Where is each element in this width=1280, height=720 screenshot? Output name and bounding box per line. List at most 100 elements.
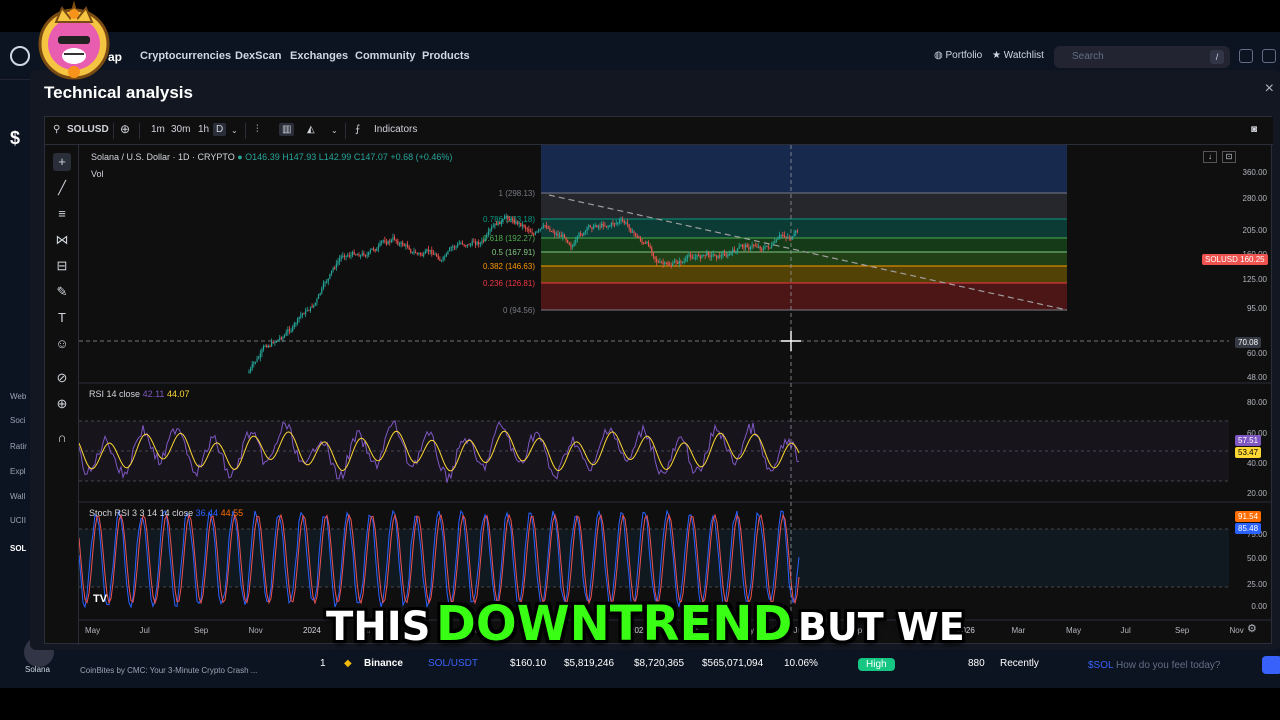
fib-retracement-icon[interactable]: ≡: [53, 205, 71, 223]
chart-canvas[interactable]: 1 (298.13)0.786 (233.18)0.618 (192.27)0.…: [79, 145, 1272, 643]
news-headline[interactable]: CoinBites by CMC: Your 3-Minute Crypto C…: [80, 666, 257, 675]
crosshair-icon[interactable]: +: [53, 153, 71, 171]
candle-body: [523, 224, 525, 227]
rsi-legend[interactable]: RSI 14 close 42.11 44.07: [89, 389, 189, 399]
candle-body: [322, 283, 325, 289]
interval-30m[interactable]: 30m: [171, 124, 190, 135]
side-label-explorer[interactable]: Expl: [10, 467, 26, 476]
cmc-logo-icon[interactable]: [10, 46, 30, 66]
trendline-icon[interactable]: ╱: [53, 179, 71, 197]
fib-zone: [541, 266, 1067, 283]
time-axis-label: 2024: [303, 626, 321, 635]
interval-1h[interactable]: 1h: [198, 124, 209, 135]
site-search-input[interactable]: Search /: [1054, 46, 1230, 68]
emoji-icon[interactable]: ☺: [53, 335, 71, 353]
candle-body: [618, 220, 621, 223]
side-label-web[interactable]: Web: [10, 392, 26, 401]
nav-products[interactable]: Products: [422, 50, 470, 62]
menu-icon[interactable]: [1262, 49, 1276, 63]
candle-body: [250, 368, 252, 372]
zoom-icon[interactable]: ⊕: [53, 395, 71, 413]
candle-body: [654, 256, 656, 259]
fib-zone: [541, 252, 1067, 266]
side-label-rating[interactable]: Ratir: [10, 442, 27, 451]
candle-body: [546, 225, 548, 228]
pair-title[interactable]: Solana / U.S. Dollar · 1D · CRYPTO: [91, 152, 235, 162]
candle-body: [429, 249, 431, 252]
candle-body: [657, 261, 659, 263]
rsi-axis-label: 20.00: [1247, 489, 1268, 498]
magnet-icon[interactable]: ∩: [53, 429, 71, 447]
interval-d[interactable]: D: [213, 123, 227, 136]
candle-body: [411, 251, 413, 253]
fib-retracement[interactable]: 1 (298.13)0.786 (233.18)0.618 (192.27)0.…: [483, 145, 1067, 315]
candle-body: [751, 244, 753, 247]
indicators-button[interactable]: Indicators: [374, 124, 417, 135]
portfolio-link[interactable]: ◍ Portfolio: [934, 50, 982, 61]
side-label-wallet[interactable]: Wall: [10, 492, 25, 501]
candle-body: [512, 218, 514, 221]
camera-icon[interactable]: ◙: [1251, 124, 1257, 135]
candle-body: [730, 252, 732, 255]
settings-gear-icon[interactable]: ⚙: [1247, 622, 1257, 635]
candle-body: [683, 261, 685, 263]
candle-body: [410, 249, 412, 253]
candle-body: [474, 242, 477, 245]
chart-legend: Solana / U.S. Dollar · 1D · CRYPTO ● O14…: [91, 152, 453, 162]
bars-style-icon[interactable]: ⫶: [256, 124, 259, 135]
candle-body: [460, 243, 462, 245]
post-button[interactable]: [1262, 656, 1280, 674]
chevron-down-icon[interactable]: ⌄: [231, 126, 238, 135]
candle-body: [408, 246, 410, 250]
candle-body: [712, 254, 714, 256]
nav-community[interactable]: Community: [355, 50, 416, 62]
nav-cryptocurrencies[interactable]: Cryptocurrencies: [140, 50, 231, 62]
side-label-social[interactable]: Soci: [10, 416, 26, 425]
ohlc-change: +0.68 (+0.46%): [390, 152, 453, 162]
volume-legend[interactable]: Vol: [91, 169, 104, 179]
projection-icon[interactable]: ⊟: [53, 257, 71, 275]
ruler-icon[interactable]: ⊘: [53, 369, 71, 387]
nav-dexscan[interactable]: DexScan: [235, 50, 281, 62]
candle-body: [738, 246, 740, 249]
download-icon[interactable]: ↓: [1203, 151, 1217, 163]
symbol-button[interactable]: SOLUSD: [67, 124, 109, 135]
candle-body: [717, 255, 719, 259]
grid-icon[interactable]: [1239, 49, 1253, 63]
candle-body: [445, 253, 447, 257]
brush-icon[interactable]: ✎: [53, 283, 71, 301]
candles-style-icon[interactable]: ▥: [279, 123, 295, 136]
fib-level-label: 0 (94.56): [503, 306, 535, 315]
close-icon[interactable]: ×: [1265, 80, 1274, 98]
candle-body: [515, 221, 517, 224]
chevron-down-icon[interactable]: ⌄: [331, 126, 338, 135]
candle-body: [725, 255, 727, 257]
pattern-icon[interactable]: ⋈: [53, 231, 71, 249]
candle-body: [335, 263, 337, 269]
candle-body: [372, 248, 375, 250]
candle-body: [356, 254, 358, 256]
fullscreen-icon[interactable]: ⊡: [1222, 151, 1236, 163]
candle-body: [541, 227, 543, 229]
symbol-search-icon[interactable]: ⚲: [53, 124, 60, 135]
candle-body: [537, 229, 540, 232]
community-prompt[interactable]: $SOL How do you feel today?: [1088, 660, 1221, 671]
indicators-icon[interactable]: ⨍: [355, 124, 360, 135]
watchlist-link[interactable]: ★ Watchlist: [992, 50, 1044, 61]
rsi-ma-value: 44.07: [166, 389, 190, 399]
candle-body: [677, 262, 679, 264]
tradingview-logo-icon[interactable]: TV: [93, 593, 107, 605]
candle-body: [415, 251, 417, 254]
candle-body: [664, 262, 666, 264]
candle-body: [520, 222, 522, 226]
candle-body: [292, 326, 294, 331]
candle-body: [387, 241, 389, 245]
text-icon[interactable]: T: [53, 309, 71, 327]
compare-icon[interactable]: ⊕: [120, 122, 130, 136]
area-style-icon[interactable]: ◭: [307, 124, 315, 135]
candle-body: [740, 245, 742, 247]
nav-exchanges[interactable]: Exchanges: [290, 50, 348, 62]
interval-1m[interactable]: 1m: [151, 124, 165, 135]
side-label-ucid[interactable]: UCII: [10, 516, 26, 525]
stoch-legend[interactable]: Stoch RSI 3 3 14 14 close 36.44 44.55: [89, 508, 243, 518]
